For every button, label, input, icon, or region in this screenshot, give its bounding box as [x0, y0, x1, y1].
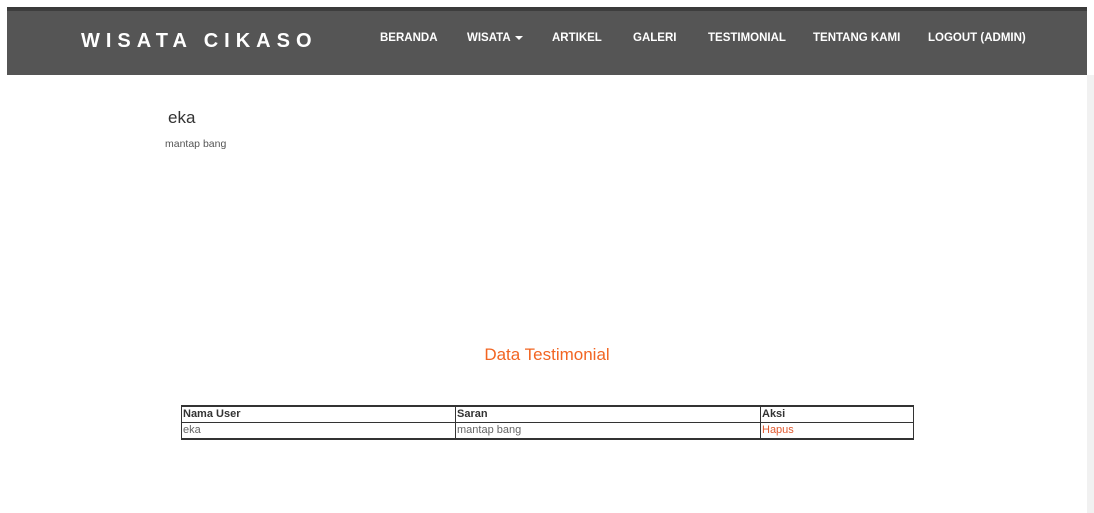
- column-header-nama-user: Nama User: [181, 405, 456, 423]
- nav-item-tentang-kami[interactable]: TENTANG KAMI: [813, 32, 900, 44]
- testimonial-message: mantap bang: [165, 138, 227, 150]
- brand-logo-text[interactable]: WISATA CIKASO: [81, 30, 318, 53]
- table-row: eka mantap bang Hapus: [181, 422, 914, 440]
- table-header-row: Nama User Saran Aksi: [181, 405, 914, 423]
- nav-item-logout[interactable]: LOGOUT (ADMIN): [928, 32, 1026, 44]
- column-header-aksi: Aksi: [760, 405, 914, 423]
- cell-aksi: Hapus: [760, 422, 914, 440]
- chevron-down-icon: [514, 35, 523, 40]
- nav-item-artikel[interactable]: ARTIKEL: [552, 32, 602, 44]
- nav-item-testimonial[interactable]: TESTIMONIAL: [708, 32, 786, 44]
- cell-saran: mantap bang: [455, 422, 761, 440]
- section-title: Data Testimonial: [484, 345, 610, 364]
- nav-item-galeri[interactable]: GALERI: [633, 32, 676, 44]
- column-header-saran: Saran: [455, 405, 761, 423]
- testimonial-author: eka: [168, 108, 196, 127]
- nav-item-wisata[interactable]: WISATA: [467, 32, 523, 44]
- scrollbar[interactable]: [1087, 75, 1094, 513]
- navbar: WISATA CIKASO BERANDA WISATA ARTIKEL GAL…: [7, 9, 1087, 75]
- nav-item-wisata-label: WISATA: [467, 32, 511, 44]
- cell-nama-user: eka: [181, 422, 456, 440]
- nav-item-beranda[interactable]: BERANDA: [380, 32, 438, 44]
- hapus-link[interactable]: Hapus: [762, 424, 794, 436]
- testimonial-table: Nama User Saran Aksi eka mantap bang Hap…: [181, 405, 914, 440]
